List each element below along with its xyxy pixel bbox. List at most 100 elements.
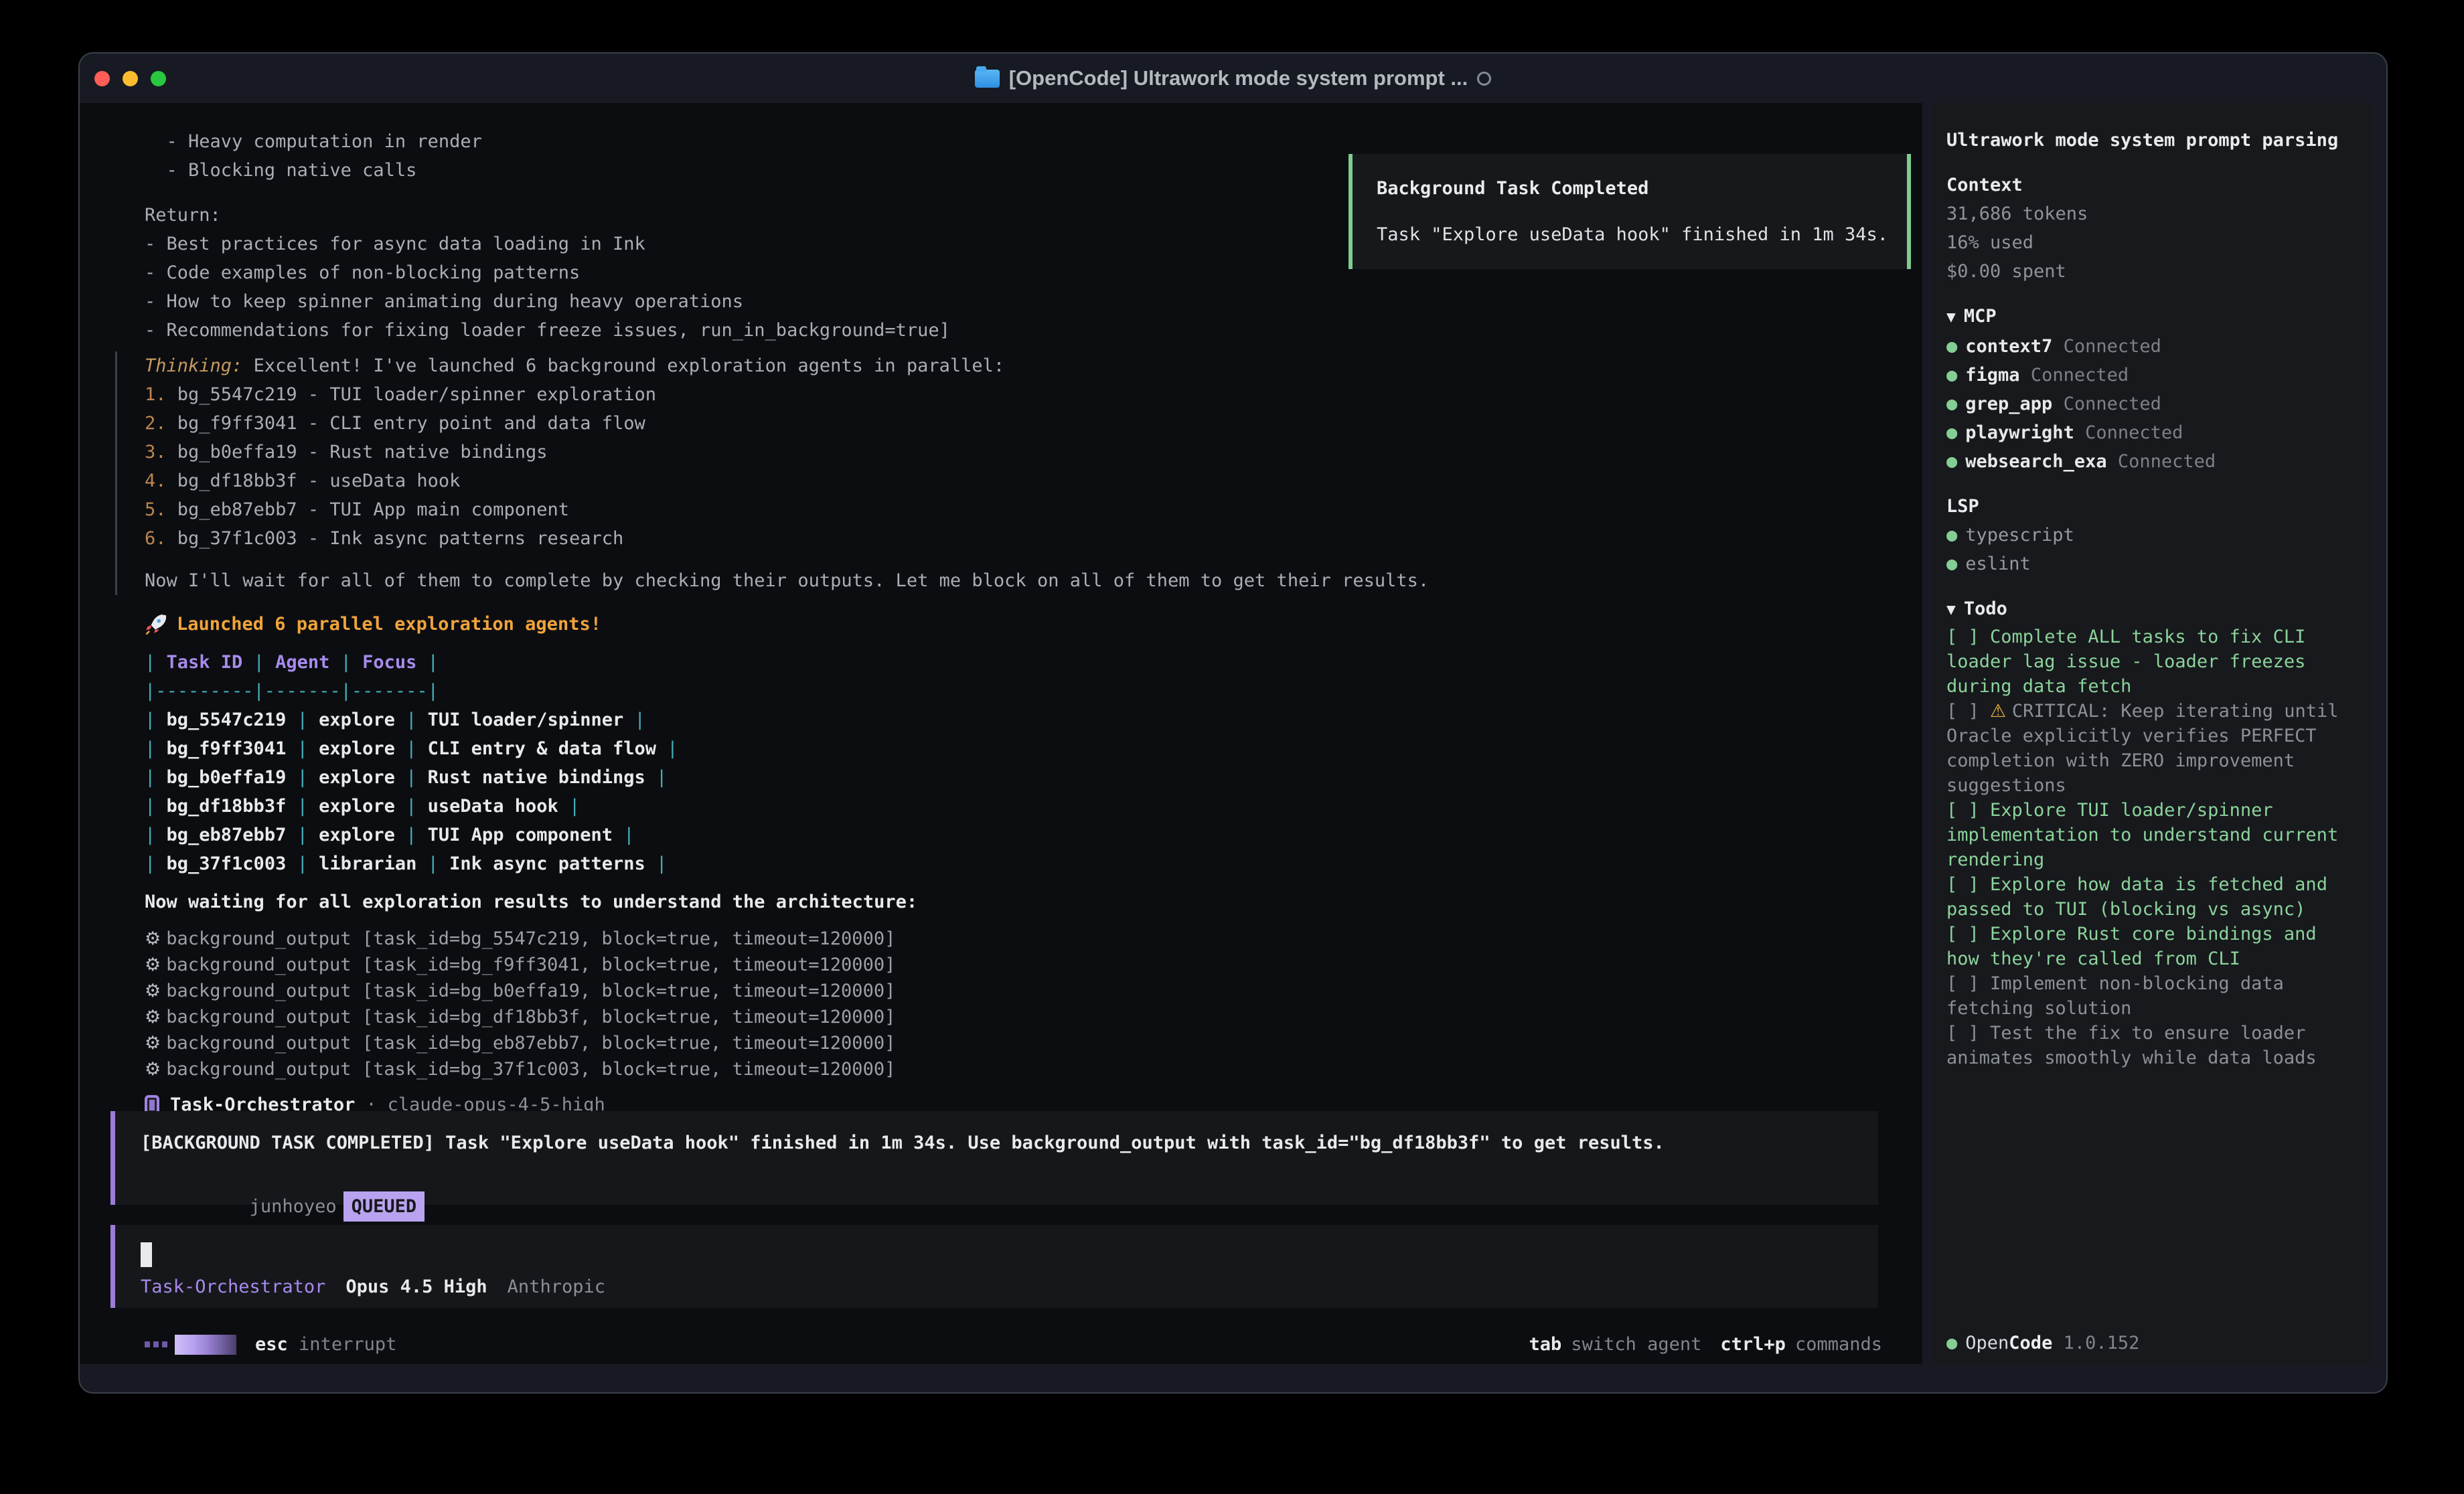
table-row: |bg_df18bb3f|explore|useData hook| — [145, 792, 1882, 821]
thinking-list-item: 1. bg_5547c219 - TUI loader/spinner expl… — [145, 380, 1882, 409]
proxy-icon — [1477, 72, 1491, 86]
mcp-item: ●playwright Connected — [1946, 418, 2358, 447]
app-version: 1.0.152 — [2064, 1333, 2140, 1353]
launch-announcement: Launched 6 parallel exploration agents! — [145, 610, 1882, 639]
thinking-list-item: 5. bg_eb87ebb7 - TUI App main component — [145, 495, 1882, 524]
table-row: |bg_b0effa19|explore|Rust native binding… — [145, 763, 1882, 792]
mcp-item: ●context7 Connected — [1946, 332, 2358, 361]
status-dot-icon: ● — [1946, 394, 1957, 414]
gear-icon: ⚙ — [145, 981, 161, 1001]
background-task-message: [BACKGROUND TASK COMPLETED] Task "Explor… — [141, 1129, 1878, 1157]
mcp-item: ●grep_app Connected — [1946, 390, 2358, 418]
queued-badge: QUEUED — [343, 1191, 425, 1222]
context-heading: Context — [1946, 171, 2358, 199]
input-model-name[interactable]: Opus 4.5 High — [345, 1276, 487, 1297]
lsp-item: ●eslint — [1946, 550, 2358, 578]
sidebar: Ultrawork mode system prompt parsing Con… — [1932, 103, 2372, 1364]
gear-icon: ⚙ — [145, 1033, 161, 1054]
prompt-input-panel[interactable]: Task-Orchestrator Opus 4.5 High Anthropi… — [110, 1225, 1878, 1308]
rocket-icon — [145, 613, 167, 636]
notification-body: Task "Explore useData hook" finished in … — [1377, 220, 1907, 249]
input-agent-name[interactable]: Task-Orchestrator — [141, 1276, 325, 1297]
table-header-row: |Task ID|Agent|Focus| — [145, 648, 1882, 677]
todo-item: [ ] Explore how data is fetched and pass… — [1946, 872, 2358, 922]
mcp-item: ●figma Connected — [1946, 361, 2358, 390]
context-tokens: 31,686 tokens — [1946, 199, 2358, 228]
minimize-button[interactable] — [123, 71, 138, 86]
table-row: |bg_5547c219|explore|TUI loader/spinner| — [145, 706, 1882, 734]
brand-open: Open — [1965, 1333, 2009, 1353]
thinking-list-item: 6. bg_37f1c003 - Ink async patterns rese… — [145, 524, 1882, 553]
terminal-line: - Heavy computation in render — [145, 127, 1882, 156]
app-version-footer: ● OpenCode 1.0.152 — [1946, 1333, 2139, 1353]
app-window: [OpenCode] Ultrawork mode system prompt … — [78, 52, 2388, 1394]
commands-label: commands — [1795, 1334, 1882, 1355]
tool-call-line: ⚙background_output [task_id=bg_df18bb3f,… — [145, 1004, 1882, 1030]
tool-call-line: ⚙background_output [task_id=bg_b0effa19,… — [145, 978, 1882, 1004]
thinking-block: Thinking: Excellent! I've launched 6 bac… — [115, 351, 1882, 595]
notification-title: Background Task Completed — [1377, 174, 1907, 203]
esc-key-hint: esc — [255, 1334, 288, 1355]
status-dot-icon: ● — [1946, 525, 1957, 546]
terminal-line: - Recommendations for fixing loader free… — [145, 316, 1882, 345]
task-user: junhoyeo — [250, 1196, 337, 1217]
collapse-icon: ▼ — [1946, 601, 1956, 618]
table-row: |bg_37f1c003|librarian|Ink async pattern… — [145, 849, 1882, 878]
brand-code: Code — [2009, 1333, 2052, 1353]
waiting-line: Now waiting for all exploration results … — [145, 888, 1882, 916]
input-provider-name: Anthropic — [508, 1276, 605, 1297]
tool-call-line: ⚙background_output [task_id=bg_5547c219,… — [145, 926, 1882, 952]
lsp-heading: LSP — [1946, 492, 2358, 521]
todo-item: [ ] Explore Rust core bindings and how t… — [1946, 922, 2358, 971]
text-cursor — [141, 1242, 152, 1267]
tool-call-line: ⚙background_output [task_id=bg_37f1c003,… — [145, 1056, 1882, 1082]
context-used: 16% used — [1946, 228, 2358, 257]
todo-section-header[interactable]: ▼Todo — [1946, 594, 2358, 625]
thinking-list-item: 2. bg_f9ff3041 - CLI entry point and dat… — [145, 409, 1882, 438]
thinking-wait-text: Now I'll wait for all of them to complet… — [145, 566, 1882, 595]
status-dot-icon: ● — [1946, 554, 1957, 574]
working-spinner — [145, 1335, 236, 1355]
sidebar-title: Ultrawork mode system prompt parsing — [1946, 126, 2358, 155]
todo-item: [ ] Test the fix to ensure loader animat… — [1946, 1021, 2358, 1070]
ctrlp-key-hint: ctrl+p — [1720, 1334, 1786, 1355]
table-separator-row: |---------|-------|-------| — [145, 677, 1882, 706]
switch-agent-label: switch agent — [1571, 1334, 1701, 1355]
thinking-intro: Thinking: Excellent! I've launched 6 bac… — [145, 351, 1882, 380]
notification-toast[interactable]: Background Task Completed Task "Explore … — [1349, 154, 1911, 269]
mcp-section-header[interactable]: ▼MCP — [1946, 302, 2358, 332]
titlebar: [OpenCode] Ultrawork mode system prompt … — [80, 54, 2386, 103]
lsp-item: ●typescript — [1946, 521, 2358, 550]
status-dot-icon: ● — [1946, 365, 1957, 386]
collapse-icon: ▼ — [1946, 309, 1956, 326]
status-dot-icon: ● — [1946, 1333, 1957, 1353]
interrupt-label: interrupt — [299, 1334, 396, 1355]
thinking-list-item: 3. bg_b0effa19 - Rust native bindings — [145, 438, 1882, 467]
tool-call-line: ⚙background_output [task_id=bg_eb87ebb7,… — [145, 1030, 1882, 1056]
status-bar: esc interrupt tab switch agent ctrl+p co… — [145, 1334, 1882, 1355]
todo-item: [ ] Complete ALL tasks to fix CLI loader… — [1946, 625, 2358, 699]
terminal-main[interactable]: - Heavy computation in render - Blocking… — [80, 103, 1922, 1364]
window-title: [OpenCode] Ultrawork mode system prompt … — [1009, 66, 1468, 90]
status-dot-icon: ● — [1946, 451, 1957, 472]
zoom-button[interactable] — [151, 71, 166, 86]
status-dot-icon: ● — [1946, 336, 1957, 357]
gear-icon: ⚙ — [145, 1059, 161, 1080]
todo-item: [ ] Implement non-blocking data fetching… — [1946, 971, 2358, 1021]
warning-icon: ⚠ — [1990, 701, 2012, 722]
context-spent: $0.00 spent — [1946, 257, 2358, 286]
tab-key-hint: tab — [1529, 1334, 1562, 1355]
gear-icon: ⚙ — [145, 954, 161, 975]
table-row: |bg_eb87ebb7|explore|TUI App component| — [145, 821, 1882, 849]
background-task-panel: [BACKGROUND TASK COMPLETED] Task "Explor… — [110, 1111, 1878, 1205]
terminal-line: - How to keep spinner animating during h… — [145, 287, 1882, 316]
close-button[interactable] — [94, 71, 110, 86]
mcp-item: ●websearch_exa Connected — [1946, 447, 2358, 476]
todo-item: [ ] ⚠ CRITICAL: Keep iterating until Ora… — [1946, 699, 2358, 798]
status-dot-icon: ● — [1946, 422, 1957, 443]
gear-icon: ⚙ — [145, 928, 161, 949]
tool-call-line: ⚙background_output [task_id=bg_f9ff3041,… — [145, 952, 1882, 978]
table-row: |bg_f9ff3041|explore|CLI entry & data fl… — [145, 734, 1882, 763]
thinking-label: Thinking: — [145, 355, 242, 376]
thinking-list-item: 4. bg_df18bb3f - useData hook — [145, 467, 1882, 495]
